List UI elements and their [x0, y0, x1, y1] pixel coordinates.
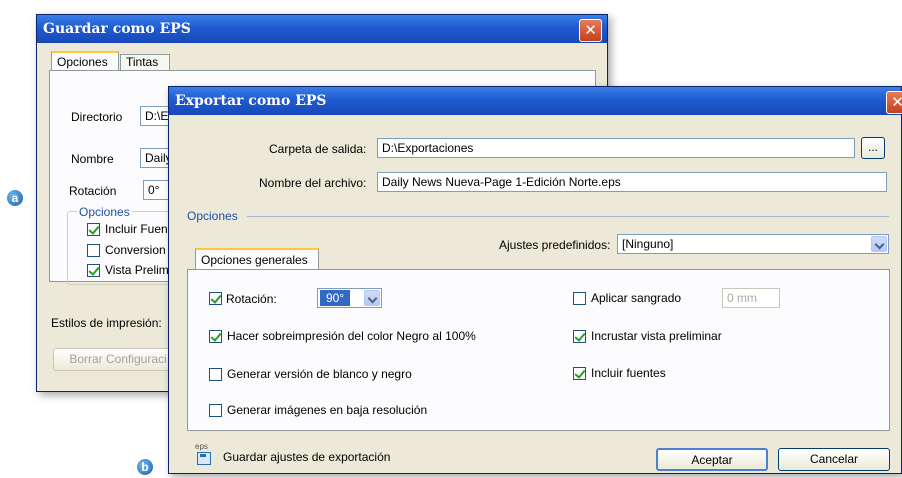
eps-text: eps: [195, 442, 208, 451]
cancel-button[interactable]: Cancelar: [778, 448, 890, 471]
exportar-eps-title: Exportar como EPS: [175, 93, 327, 109]
sangrado-checkbox[interactable]: [573, 292, 586, 305]
tab-tintas[interactable]: Tintas: [120, 54, 170, 70]
rotacion-value: 90°: [320, 290, 351, 306]
conversion-label: Conversion: [105, 243, 166, 257]
save-settings-icon[interactable]: eps: [195, 442, 213, 465]
vista-preliminar-checkbox[interactable]: [573, 330, 586, 343]
nombre-label: Nombre: [71, 152, 114, 166]
baja-resolucion-label: Generar imágenes en baja resolución: [227, 403, 428, 417]
vista-preliminar-label: Vista Prelim: [105, 263, 169, 277]
chevron-down-icon[interactable]: [871, 236, 887, 252]
sangrado-field[interactable]: 0 mm: [722, 288, 780, 308]
accept-button[interactable]: Aceptar: [656, 448, 768, 471]
exportar-eps-dialog: Exportar como EPS ✕ Carpeta de salida: D…: [168, 86, 902, 474]
incluir-fuentes-checkbox[interactable]: [87, 223, 100, 236]
sobreimpresion-checkbox[interactable]: [209, 330, 222, 343]
badge-a: a: [7, 190, 23, 206]
incluir-fuentes-label: Incluir fuentes: [591, 366, 666, 380]
chevron-down-icon[interactable]: [364, 290, 380, 306]
close-icon[interactable]: ✕: [579, 19, 602, 42]
guardar-eps-title: Guardar como EPS: [43, 21, 191, 37]
rotacion-label: Rotación:: [226, 292, 277, 306]
guardar-eps-titlebar: Guardar como EPS: [37, 15, 607, 43]
conversion-checkbox[interactable]: [87, 244, 100, 257]
opciones-group-label: Opciones: [77, 205, 132, 219]
tab-opciones[interactable]: Opciones: [51, 51, 119, 70]
tab-opciones-generales[interactable]: Opciones generales: [195, 248, 319, 270]
baja-resolucion-checkbox[interactable]: [209, 404, 222, 417]
carpeta-label: Carpeta de salida:: [269, 142, 367, 156]
nombre-archivo-label: Nombre del archivo:: [259, 176, 367, 190]
opciones-group-label: Opciones: [187, 209, 238, 223]
rotacion-checkbox[interactable]: [209, 292, 222, 305]
vista-preliminar-checkbox[interactable]: [87, 264, 100, 277]
ajustes-label: Ajustes predefinidos:: [499, 238, 611, 252]
vista-preliminar-label: Incrustar vista preliminar: [591, 329, 722, 343]
sobreimpresion-label: Hacer sobreimpresión del color Negro al …: [227, 329, 476, 343]
directorio-label: Directorio: [71, 110, 123, 124]
carpeta-field[interactable]: D:\Exportaciones: [377, 138, 855, 158]
opciones-divider: [247, 216, 889, 217]
estilos-label: Estilos de impresión:: [51, 316, 162, 330]
nombre-archivo-field[interactable]: Daily News Nueva-Page 1-Edición Norte.ep…: [377, 172, 887, 192]
blanco-negro-label: Generar versión de blanco y negro: [227, 367, 412, 381]
exportar-eps-titlebar: Exportar como EPS: [169, 87, 901, 115]
incluir-fuentes-checkbox[interactable]: [573, 367, 586, 380]
incluir-fuentes-label: Incluir Fuen: [105, 222, 168, 236]
save-settings-label[interactable]: Guardar ajustes de exportación: [223, 450, 390, 464]
badge-b: b: [137, 459, 153, 475]
rotacion-label: Rotación: [69, 184, 117, 198]
blanco-negro-checkbox[interactable]: [209, 368, 222, 381]
ajustes-select[interactable]: [Ninguno]: [617, 234, 889, 254]
sangrado-label: Aplicar sangrado: [591, 291, 682, 305]
browse-button[interactable]: ...: [861, 137, 885, 159]
close-icon[interactable]: ✕: [886, 91, 902, 114]
borrar-configuracion-button[interactable]: Borrar Configuraci: [53, 348, 183, 371]
